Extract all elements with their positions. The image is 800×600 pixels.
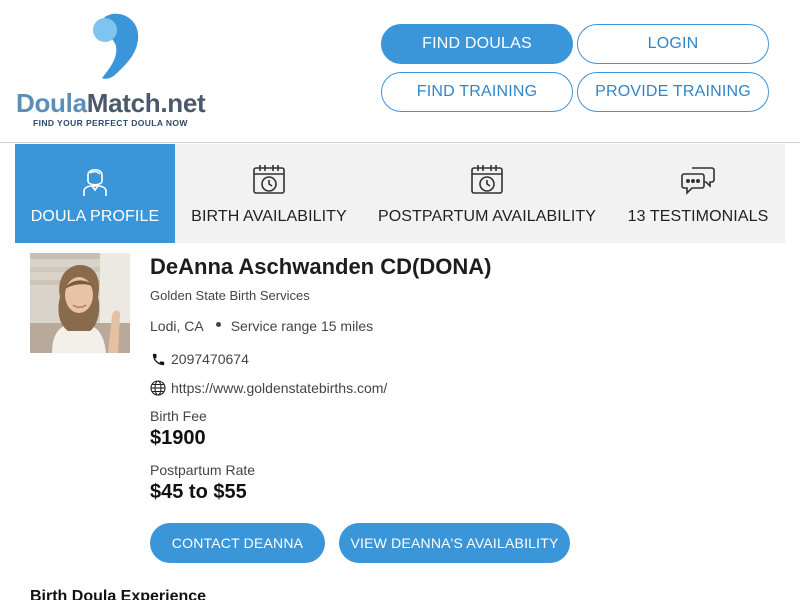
tab-label: DOULA PROFILE — [30, 208, 160, 225]
calendar-clock-icon — [469, 162, 505, 198]
logo-tagline: FIND YOUR PERFECT DOULA NOW — [33, 118, 188, 128]
experience-section-title: Birth Doula Experience — [30, 588, 207, 600]
profile-tabs: DOULA PROFILE BIRTH AVAILABILITY POSTPAR… — [15, 144, 785, 243]
doula-icon — [77, 162, 113, 198]
view-availability-button[interactable]: VIEW DEANNA'S AVAILABILITY — [339, 523, 570, 563]
website-row[interactable]: https://www.goldenstatebirths.com/ — [150, 380, 387, 396]
calendar-clock-icon — [251, 162, 287, 198]
site-header: DoulaMatch.net FIND YOUR PERFECT DOULA N… — [0, 0, 800, 143]
location-row: Lodi, CA Service range 15 miles — [150, 318, 373, 334]
tab-birth-availability[interactable]: BIRTH AVAILABILITY — [175, 144, 363, 243]
tab-label: BIRTH AVAILABILITY — [191, 208, 347, 225]
service-range-text: Service range 15 miles — [230, 318, 374, 334]
birth-fee-value: $1900 — [150, 427, 206, 449]
location-text: Lodi, CA — [150, 318, 204, 334]
logo-wordmark: DoulaMatch.net — [16, 88, 206, 118]
business-name: Golden State Birth Services — [150, 288, 310, 303]
login-button[interactable]: LOGIN — [577, 24, 769, 64]
site-logo[interactable]: DoulaMatch.net FIND YOUR PERFECT DOULA N… — [16, 10, 221, 132]
find-training-button[interactable]: FIND TRAINING — [381, 72, 573, 112]
website-link[interactable]: https://www.goldenstatebirths.com/ — [171, 380, 387, 396]
provide-training-button[interactable]: PROVIDE TRAINING — [577, 72, 769, 112]
globe-icon — [150, 380, 166, 396]
tab-postpartum-availability[interactable]: POSTPARTUM AVAILABILITY — [363, 144, 611, 243]
birth-fee-label: Birth Fee — [150, 408, 207, 424]
profile-photo — [30, 253, 130, 353]
postpartum-rate-label: Postpartum Rate — [150, 462, 256, 478]
separator-dot — [215, 321, 221, 327]
contact-doula-button[interactable]: CONTACT DEANNA — [150, 523, 325, 563]
tab-label: POSTPARTUM AVAILABILITY — [377, 208, 597, 225]
chat-bubbles-icon — [680, 162, 716, 198]
phone-row[interactable]: 2097470674 — [150, 351, 249, 367]
phone-icon — [150, 351, 166, 367]
tab-label: 13 TESTIMONIALS — [627, 208, 769, 225]
phone-number[interactable]: 2097470674 — [171, 351, 249, 367]
logo-mark-icon — [93, 13, 139, 79]
postpartum-rate-value: $45 to $55 — [150, 481, 247, 503]
doula-name: DeAnna Aschwanden CD(DONA) — [150, 254, 492, 279]
tab-testimonials[interactable]: 13 TESTIMONIALS — [611, 144, 785, 243]
find-doulas-button[interactable]: FIND DOULAS — [381, 24, 573, 64]
tab-doula-profile[interactable]: DOULA PROFILE — [15, 144, 175, 243]
